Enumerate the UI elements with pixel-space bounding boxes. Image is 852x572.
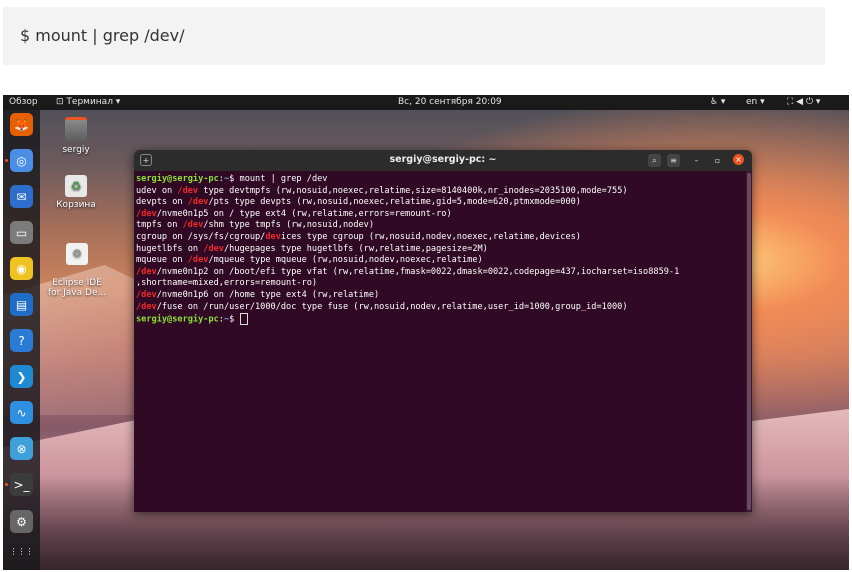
terminal-output-line: /dev/nvme0n1p6 on /home type ext4 (rw,re…: [136, 290, 746, 302]
accessibility-menu[interactable]: ♿ ▾: [710, 97, 725, 107]
terminal-window[interactable]: + sergiy@sergiy-pc: ~ ⌕ ≡ – ▫ × sergiy@s…: [134, 150, 752, 512]
terminal-header[interactable]: + sergiy@sergiy-pc: ~ ⌕ ≡ – ▫ ×: [134, 150, 752, 171]
output-text: devpts on: [136, 197, 188, 208]
clock[interactable]: Вс, 20 сентября 20:09: [398, 97, 502, 107]
prompt-command: $: [229, 314, 240, 325]
eclipse-icon: ⚙: [66, 243, 88, 265]
terminal-icon: ⊡: [56, 97, 67, 107]
activities-button[interactable]: Обзор: [9, 97, 38, 107]
desktop-icon-eclipse[interactable]: ⚙ Eclipse IDE for Java De...: [44, 233, 110, 298]
home-folder-icon: [65, 117, 87, 142]
dock-vscode-icon[interactable]: ❯: [10, 365, 33, 388]
output-text: type devtmpfs (rw,nosuid,noexec,relatime…: [198, 185, 628, 196]
maximize-icon[interactable]: ▫: [711, 154, 724, 167]
output-text: /pts type devpts (rw,nosuid,noexec,relat…: [208, 197, 581, 208]
app-menu[interactable]: ⊡ Терминал ▾: [56, 97, 120, 107]
terminal-output-line: /dev/nvme0n1p5 on / type ext4 (rw,relati…: [136, 209, 746, 221]
output-text: /nvme0n1p6 on /home type ext4 (rw,relati…: [156, 289, 380, 300]
code-command: $ mount | grep /dev/: [20, 26, 185, 45]
highlighted-match: dev: [265, 231, 281, 242]
dock-libreoffice-writer-icon[interactable]: ▤: [10, 293, 33, 316]
search-icon[interactable]: ⌕: [648, 154, 661, 167]
trash-icon: ♻: [65, 175, 87, 197]
highlighted-match: /dev: [136, 301, 157, 312]
output-text: udev on: [136, 185, 178, 196]
desktop-icon-trash[interactable]: ♻ Корзина: [46, 175, 106, 210]
minimize-icon[interactable]: –: [690, 154, 703, 167]
terminal-output-line: mqueue on /dev/mqueue type mqueue (rw,no…: [136, 255, 746, 267]
dock-chromium-icon[interactable]: ◎: [10, 149, 33, 172]
highlighted-match: /dev: [187, 255, 209, 266]
desktop-icon-label: sergiy: [62, 145, 90, 155]
dock-terminal-icon[interactable]: >_: [10, 473, 33, 496]
terminal-output-line: /dev/nvme0n1p2 on /boot/efi type vfat (r…: [136, 267, 746, 279]
output-text: ices type cgroup (rw,nosuid,nodev,noexec…: [280, 231, 581, 242]
terminal-cursor: [239, 313, 248, 326]
highlighted-match: /dev: [182, 220, 204, 231]
dock-thunderbird-icon[interactable]: ✉: [10, 185, 33, 208]
dock-rhythmbox-icon[interactable]: ◉: [10, 257, 33, 280]
desktop-icon-label: Корзина: [56, 200, 96, 210]
hamburger-menu-icon[interactable]: ≡: [667, 154, 680, 167]
top-bar: Обзор ⊡ Терминал ▾ Вс, 20 сентября 20:09…: [3, 95, 849, 110]
system-menu[interactable]: ⛶ ◀ ⏻ ▾: [787, 97, 820, 107]
terminal-output-line: udev on /dev type devtmpfs (rw,nosuid,no…: [136, 186, 746, 198]
terminal-prompt-line: sergiy@sergiy-pc:~$ mount | grep /dev: [136, 174, 746, 186]
terminal-output-line: tmpfs on /dev/shm type tmpfs (rw,nosuid,…: [136, 220, 746, 232]
dock-files-icon[interactable]: ▭: [10, 221, 33, 244]
terminal-output[interactable]: sergiy@sergiy-pc:~$ mount | grep /dev ude…: [134, 171, 746, 512]
dock-help-icon[interactable]: ?: [10, 329, 33, 352]
desktop-icon-home[interactable]: sergiy: [46, 117, 106, 155]
terminal-output-line: /dev/fuse on /run/user/1000/doc type fus…: [136, 302, 746, 314]
dock-settings-icon[interactable]: ⚙: [10, 510, 33, 533]
output-text: ,shortname=mixed,errors=remount-ro): [136, 278, 318, 289]
close-icon[interactable]: ×: [733, 154, 744, 165]
terminal-output-line: hugetlbfs on /dev/hugepages type hugetlb…: [136, 244, 746, 256]
terminal-output-line: devpts on /dev/pts type devpts (rw,nosui…: [136, 197, 746, 209]
desktop-icon-label: Eclipse IDE for Java De...: [47, 278, 107, 298]
running-indicator: [5, 159, 8, 162]
highlighted-match: /dev: [177, 185, 199, 196]
terminal-output-line: ,shortname=mixed,errors=remount-ro): [136, 278, 746, 290]
terminal-scrollbar[interactable]: [746, 171, 752, 512]
prompt-user: sergiy@sergiy-pc: [136, 174, 219, 184]
highlighted-match: /dev: [136, 289, 157, 300]
output-text: /mqueue type mqueue (rw,nosuid,nodev,noe…: [208, 255, 483, 266]
dock-system-monitor-icon[interactable]: ∿: [10, 401, 33, 424]
terminal-prompt-line: sergiy@sergiy-pc:~$: [136, 313, 746, 326]
output-text: /shm type tmpfs (rw,nosuid,nodev): [203, 220, 375, 231]
terminal-output-line: cgroup on /sys/fs/cgroup/devices type cg…: [136, 232, 746, 244]
dock-show-apps-icon[interactable]: ⋮⋮⋮: [10, 540, 34, 563]
output-text: /fuse on /run/user/1000/doc type fuse (r…: [156, 301, 628, 312]
highlighted-match: /dev: [187, 197, 209, 208]
output-text: cgroup on /sys/fs/cgroup/: [136, 231, 266, 242]
prompt-command: $ mount | grep /dev: [229, 174, 328, 184]
desktop-screenshot: Обзор ⊡ Терминал ▾ Вс, 20 сентября 20:09…: [3, 95, 849, 570]
scrollbar-thumb[interactable]: [747, 173, 751, 510]
highlighted-match: /dev: [136, 266, 157, 277]
output-text: tmpfs on: [136, 220, 183, 231]
dock-firefox-icon[interactable]: 🦊: [10, 113, 33, 136]
language-menu[interactable]: en ▾: [746, 97, 765, 107]
output-text: /hugepages type hugetlbfs (rw,relatime,p…: [223, 243, 488, 254]
highlighted-match: /dev: [203, 243, 224, 254]
running-indicator: [5, 483, 8, 486]
code-block: $ mount | grep /dev/: [3, 7, 825, 65]
output-text: /nvme0n1p2 on /boot/efi type vfat (rw,re…: [156, 266, 680, 277]
output-text: mqueue on: [136, 255, 188, 266]
output-text: /nvme0n1p5 on / type ext4 (rw,relatime,e…: [156, 208, 452, 219]
dock: 🦊 ◎ ✉ ▭ ◉ ▤? ❯ ∿ ⊗ >_ ⚙ ⋮⋮⋮: [3, 110, 40, 570]
dock-software-updater-icon[interactable]: ⊗: [10, 437, 33, 460]
output-text: hugetlbfs on: [136, 243, 204, 254]
highlighted-match: /dev: [136, 208, 157, 219]
prompt-user: sergiy@sergiy-pc: [136, 314, 219, 325]
